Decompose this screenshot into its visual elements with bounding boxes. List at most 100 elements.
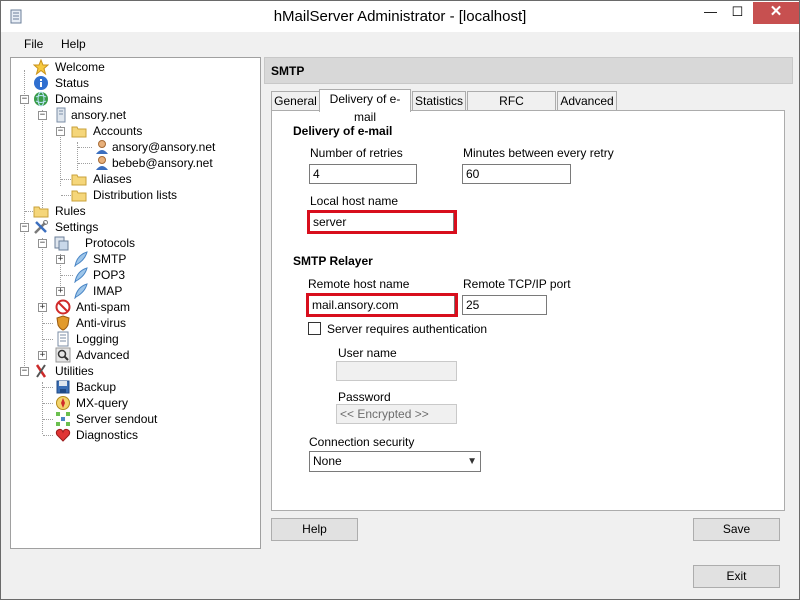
password-label: Password xyxy=(338,390,391,404)
tree-item-aliases[interactable]: Aliases xyxy=(71,171,251,187)
retries-label: Number of retries xyxy=(310,146,403,160)
tree-item-label: bebeb@ansory.net xyxy=(112,156,213,170)
tree-item-imap[interactable]: IMAP xyxy=(73,283,253,299)
compass-icon xyxy=(56,396,70,410)
collapse-toggle[interactable]: − xyxy=(38,239,47,248)
tree-item-logging[interactable]: Logging xyxy=(53,331,253,347)
maximize-button[interactable]: ☐ xyxy=(724,2,751,24)
tree-item-anti-virus[interactable]: Anti-virus xyxy=(53,315,253,331)
localhost-label: Local host name xyxy=(310,194,399,208)
tree-item-settings[interactable]: Settings xyxy=(33,219,233,235)
tree-item-label: Advanced xyxy=(76,348,130,362)
tree-item-accounts[interactable]: Accounts xyxy=(71,123,251,139)
collapse-toggle[interactable]: − xyxy=(20,367,29,376)
tree-item-domain-ansory[interactable]: ansory.net xyxy=(53,107,253,123)
wrench-icon xyxy=(35,364,47,378)
auth-checkbox[interactable] xyxy=(308,322,321,335)
tree-item-mx-query[interactable]: MX-query xyxy=(53,395,253,411)
shield-icon xyxy=(56,315,70,331)
tree-item-pop3[interactable]: POP3 xyxy=(73,267,253,283)
collapse-toggle[interactable]: − xyxy=(56,127,65,136)
exit-button[interactable]: Exit xyxy=(693,565,780,588)
minimize-button[interactable]: — xyxy=(697,2,724,24)
tree-item-backup[interactable]: Backup xyxy=(53,379,253,395)
feather-icon xyxy=(74,251,88,267)
tree-item-rules[interactable]: Rules xyxy=(33,203,233,219)
save-button[interactable]: Save xyxy=(693,518,780,541)
tree-item-server-sendout[interactable]: Server sendout xyxy=(53,411,253,427)
tab-general[interactable]: General xyxy=(271,91,320,110)
tree-item-advanced[interactable]: Advanced xyxy=(53,347,253,363)
expand-toggle[interactable]: + xyxy=(38,351,47,360)
tree-item-smtp[interactable]: SMTP xyxy=(73,251,253,267)
magnifier-icon xyxy=(55,347,71,363)
password-input[interactable]: << Encrypted >> xyxy=(336,404,457,424)
tab-statistics[interactable]: Statistics xyxy=(412,91,466,110)
tree-item-label: ansory.net xyxy=(71,108,127,122)
tree-item-domains[interactable]: Domains xyxy=(33,91,233,107)
protocols-icon xyxy=(54,236,69,251)
tab-content: Delivery of e-mail Number of retries 4 M… xyxy=(271,110,785,511)
tree-item-label: Diagnostics xyxy=(76,428,139,442)
tree-item-label: SMTP xyxy=(93,252,127,266)
title-bar: hMailServer Administrator - [localhost] … xyxy=(1,1,799,32)
tree-item-protocols[interactable]: Protocols xyxy=(53,235,253,251)
tree-line xyxy=(43,387,53,388)
tree-item-anti-spam[interactable]: Anti-spam xyxy=(53,299,253,315)
collapse-toggle[interactable]: − xyxy=(38,111,47,120)
menu-help[interactable]: Help xyxy=(61,37,86,51)
collapse-toggle[interactable]: − xyxy=(20,223,29,232)
tree-item-label: Server sendout xyxy=(76,412,158,426)
tree-item-distribution-lists[interactable]: Distribution lists xyxy=(71,187,251,203)
minutes-input[interactable]: 60 xyxy=(462,164,571,184)
tree-item-account[interactable]: bebeb@ansory.net xyxy=(94,155,254,171)
tree-item-diagnostics[interactable]: Diagnostics xyxy=(53,427,253,443)
expand-toggle[interactable]: + xyxy=(56,287,65,296)
help-button[interactable]: Help xyxy=(271,518,358,541)
close-button[interactable]: ✕ xyxy=(753,2,799,24)
tab-delivery[interactable]: Delivery of e-mail xyxy=(319,89,411,124)
tab-advanced[interactable]: Advanced xyxy=(557,91,617,110)
username-input[interactable] xyxy=(336,361,457,381)
security-select[interactable]: None ▼ xyxy=(309,451,481,472)
security-select-value: None xyxy=(313,454,342,468)
navigation-tree[interactable]: Welcome Status − Domains − ansory.net − … xyxy=(10,57,261,549)
tree-item-label: MX-query xyxy=(76,396,129,410)
network-icon xyxy=(56,412,70,426)
delivery-section-title: Delivery of e-mail xyxy=(293,124,393,138)
expand-toggle[interactable]: + xyxy=(38,303,47,312)
tree-line xyxy=(24,70,25,370)
tree-line xyxy=(42,238,43,354)
tree-line xyxy=(78,147,92,148)
tree-line xyxy=(78,163,92,164)
retries-input[interactable]: 4 xyxy=(309,164,417,184)
tree-item-label: ansory@ansory.net xyxy=(112,140,216,154)
tree-line xyxy=(43,339,53,340)
tab-rfc-compliance[interactable]: RFC compliance xyxy=(467,91,556,126)
heart-icon xyxy=(55,428,71,442)
tree-item-status[interactable]: Status xyxy=(33,75,233,91)
tree-line xyxy=(61,195,71,196)
window-title: hMailServer Administrator - [localhost] xyxy=(273,8,527,25)
port-input[interactable]: 25 xyxy=(462,295,547,315)
tree-item-utilities[interactable]: Utilities xyxy=(33,363,233,379)
menu-file[interactable]: File xyxy=(24,37,43,51)
tree-line xyxy=(61,179,71,180)
expand-toggle[interactable]: + xyxy=(56,255,65,264)
tree-item-label: Rules xyxy=(55,204,86,218)
user-icon xyxy=(96,156,108,170)
collapse-toggle[interactable]: − xyxy=(20,95,29,104)
folder-icon xyxy=(33,206,49,218)
panel-header: SMTP xyxy=(264,57,793,84)
tree-item-label: IMAP xyxy=(93,284,123,298)
tree-item-welcome[interactable]: Welcome xyxy=(33,59,233,75)
panel-title: SMTP xyxy=(271,64,305,78)
tree-item-label: Aliases xyxy=(93,172,132,186)
tree-item-label: Status xyxy=(55,76,90,90)
tools-icon xyxy=(34,220,48,234)
tree-item-label: Protocols xyxy=(85,236,136,250)
tree-line xyxy=(43,323,53,324)
tree-line xyxy=(42,110,43,210)
tree-line xyxy=(43,435,53,436)
tree-item-account[interactable]: ansory@ansory.net xyxy=(94,139,254,155)
